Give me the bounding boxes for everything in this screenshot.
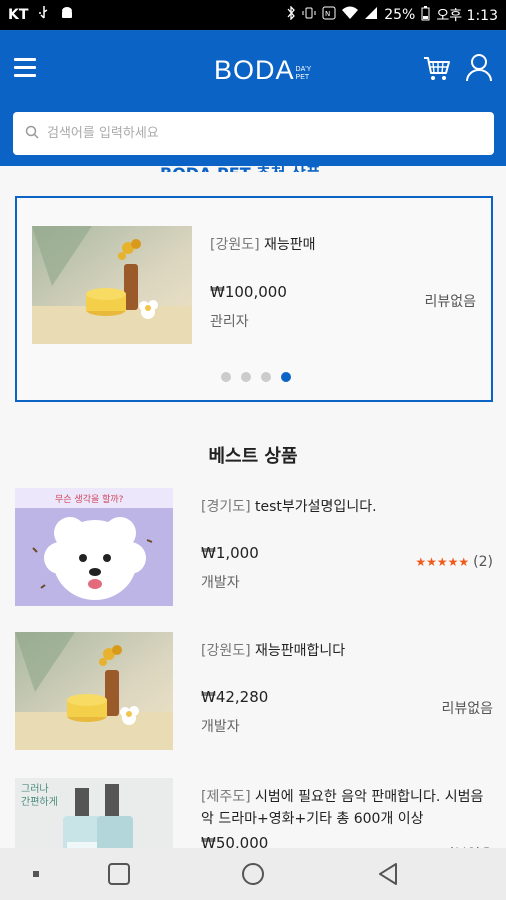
featured-product-card[interactable]: [강원도] 재능판매 ₩100,000 관리자 리뷰없음 — [15, 196, 493, 402]
svg-text:N: N — [325, 10, 330, 18]
product-price: ₩100,000 — [210, 283, 287, 301]
product-region: [경기도] — [201, 499, 251, 515]
usb-icon — [38, 6, 50, 24]
logo[interactable]: BODA DA'Y PET — [214, 55, 311, 86]
image-banner-text: 무슨 생각을 할까? — [55, 493, 124, 505]
app-header: BODA DA'Y PET — [0, 30, 506, 166]
logo-sub: DA'Y PET — [296, 66, 312, 82]
nav-recent-icon[interactable] — [107, 862, 131, 886]
image-banner-line1: 그러나 — [21, 783, 49, 795]
logo-text: BODA — [214, 55, 295, 85]
product-region: [제주도] — [201, 789, 251, 805]
product-price: ₩42,280 — [201, 688, 269, 706]
carousel-dot[interactable] — [241, 372, 251, 382]
battery-percent: 25% — [384, 7, 416, 23]
product-title[interactable]: [강원도] 재능판매합니다 — [201, 640, 493, 662]
product-review: 리뷰없음 — [441, 701, 493, 717]
signal-icon — [364, 6, 378, 24]
nav-dot-icon — [24, 862, 48, 886]
user-icon[interactable] — [466, 54, 492, 82]
search-bar[interactable] — [13, 112, 494, 155]
carousel-dot[interactable] — [221, 372, 231, 382]
product-image[interactable] — [15, 632, 173, 750]
cart-icon[interactable] — [423, 56, 451, 82]
battery-icon — [421, 5, 430, 25]
product-title[interactable]: [경기도] test부가설명입니다. — [201, 496, 493, 518]
carousel-dot-active[interactable] — [281, 372, 291, 382]
product-image[interactable]: 무슨 생각을 할까? — [15, 488, 173, 606]
product-rating: ★★★★★ (2) — [415, 554, 493, 570]
list-item[interactable]: [강원도] 재능판매합니다 ₩42,280 개발자 리뷰없음 — [15, 632, 493, 752]
vibrate-icon — [302, 6, 316, 24]
nfc-icon: N — [322, 6, 336, 24]
android-icon — [60, 6, 74, 24]
product-review: 리뷰없음 — [424, 294, 476, 310]
list-item[interactable]: 무슨 생각을 할까? [경기도] test부가설명입니다. ₩1,000 개발자… — [15, 488, 493, 608]
product-region: [강원도] — [201, 643, 251, 659]
product-region: [강원도] — [210, 237, 260, 253]
bluetooth-icon — [286, 5, 296, 24]
best-section-title: 베스트 상품 — [208, 446, 298, 467]
nav-back-icon[interactable] — [376, 862, 400, 886]
image-banner-line2: 간편하게 — [21, 795, 58, 808]
search-input[interactable] — [39, 112, 494, 155]
product-name: test부가설명입니다. — [255, 499, 377, 515]
menu-icon[interactable] — [14, 58, 36, 78]
product-price: ₩1,000 — [201, 544, 259, 562]
product-name: 재능판매합니다 — [255, 643, 346, 659]
clock: 오후 1:13 — [436, 8, 498, 24]
search-icon[interactable] — [25, 124, 39, 143]
nav-home-icon[interactable] — [241, 862, 265, 886]
review-count: (2) — [473, 554, 493, 570]
rating-stars: ★★★★★ — [415, 555, 470, 569]
product-title[interactable]: [제주도] 시범에 필요한 음악 판매합니다. 시범음악 드라마+영화+기타 총… — [201, 786, 493, 830]
product-seller: 관리자 — [210, 314, 249, 330]
recommend-section-title: BODA PET 추천 상품 — [160, 160, 321, 172]
carrier-label: KT — [8, 7, 29, 23]
product-name: 재능판매 — [264, 237, 316, 253]
system-nav-bar — [0, 848, 506, 900]
logo-sub-line1: DA'Y — [295, 66, 312, 73]
logo-sub-line2: PET — [295, 74, 310, 81]
product-seller: 개발자 — [201, 575, 240, 591]
wifi-icon — [342, 6, 359, 24]
carousel-dots — [221, 372, 291, 382]
status-bar: KT N 25% 오후 1:13 — [0, 0, 506, 30]
product-seller: 개발자 — [201, 719, 240, 735]
product-title[interactable]: [강원도] 재능판매 — [210, 234, 316, 254]
carousel-dot[interactable] — [261, 372, 271, 382]
product-image[interactable] — [32, 226, 192, 344]
